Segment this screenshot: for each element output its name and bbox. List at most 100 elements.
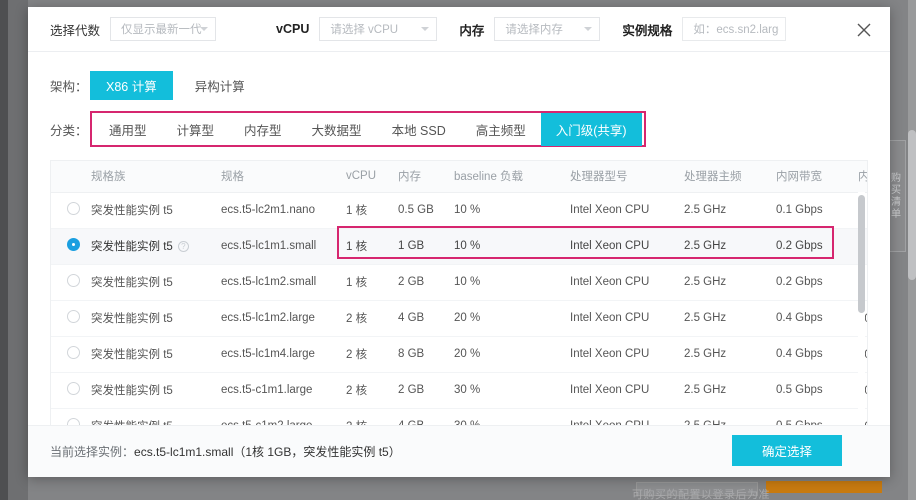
close-icon[interactable] [854,20,874,40]
category-option-entry-shared[interactable]: 入门级(共享) [541,113,642,146]
cell-cpu: Intel Xeon CPU [566,408,680,425]
cell-bandwidth: 0.2 Gbps [772,228,854,264]
dialog-header: 选择代数 仅显示最新一代 vCPU 请选择 vCPU 内存 请选择内存 实例 [28,7,890,52]
current-selection-label: 当前选择实例： [50,445,134,459]
row-radio-cell[interactable] [51,336,87,372]
column-select [51,161,87,192]
cell-cpu: Intel Xeon CPU [566,372,680,408]
filter-generation: 选择代数 仅显示最新一代 [50,17,216,41]
current-selection-value: ecs.t5-lc1m1.small（1核 1GB，突发性能实例 t5） [134,445,401,459]
memory-select-placeholder: 请选择内存 [505,21,563,37]
column-memory: 内存 [394,161,450,192]
arch-option-heterogeneous[interactable]: 异构计算 [179,71,261,100]
cell-freq: 2.5 GHz [680,300,772,336]
table-body: 突发性能实例 t5 ecs.t5-lc2m1.nano 1 核 0.5 GB 1… [51,192,868,425]
cell-memory: 2 GB [394,264,450,300]
row-radio[interactable] [67,382,80,395]
column-vcpu: vCPU [342,161,394,192]
category-option-general[interactable]: 通用型 [94,113,162,146]
table-header-row: 规格族 规格 vCPU 内存 baseline 负载 处理器型号 处理器主频 内… [51,161,868,192]
chevron-down-icon [584,27,592,31]
memory-label: 内存 [459,20,484,39]
row-radio-cell[interactable] [51,264,87,300]
architecture-filter-row: 架构： X86 计算 异构计算 [50,70,868,100]
vcpu-select[interactable]: 请选择 vCPU [319,17,437,41]
generation-select-value: 仅显示最新一代 [121,21,202,37]
cell-freq: 2.5 GHz [680,192,772,228]
cell-family: 突发性能实例 t5 [87,300,217,336]
background-footer-note: 可购买的配置以登录后为准 [632,486,770,500]
cell-vcpu: 2 核 [342,300,394,336]
chevron-down-icon [421,27,429,31]
instance-spec-label: 实例规格 [622,20,672,39]
table-row[interactable]: 突发性能实例 t5 ecs.t5-lc1m2.large 2 核 4 GB 20… [51,300,868,336]
instance-table: 规格族 规格 vCPU 内存 baseline 负载 处理器型号 处理器主频 内… [51,161,868,425]
row-radio-cell[interactable] [51,408,87,425]
cell-spec: ecs.t5-c1m2.large [217,408,342,425]
cell-spec: ecs.t5-lc1m2.small [217,264,342,300]
cell-family: 突发性能实例 t5 [87,336,217,372]
row-radio-selected[interactable] [67,238,80,251]
category-option-local-ssd[interactable]: 本地 SSD [377,113,461,146]
row-radio[interactable] [67,310,80,323]
category-option-bigdata[interactable]: 大数据型 [297,113,377,146]
cell-baseline: 30 % [450,372,566,408]
cell-spec: ecs.t5-lc1m2.large [217,300,342,336]
side-tab-char-3: 清 [891,197,901,208]
row-radio-cell[interactable] [51,192,87,228]
cell-bandwidth: 0.5 Gbps [772,372,854,408]
table-row[interactable]: 突发性能实例 t5 ecs.t5-c1m2.large 2 核 4 GB 30 … [51,408,868,425]
category-option-compute[interactable]: 计算型 [162,113,230,146]
vcpu-select-placeholder: 请选择 vCPU [330,21,398,37]
column-family: 规格族 [87,161,217,192]
instance-spec-input-wrap[interactable]: 如：ecs.sn2.large [682,17,786,41]
cell-bandwidth: 0.5 Gbps [772,408,854,425]
table-row[interactable]: 突发性能实例 t5? ecs.t5-lc1m1.small 1 核 1 GB 1… [51,228,868,264]
cell-cpu: Intel Xeon CPU [566,192,680,228]
vcpu-label: vCPU [276,22,309,36]
cell-cpu: Intel Xeon CPU [566,300,680,336]
cell-cpu: Intel Xeon CPU [566,336,680,372]
arch-option-x86[interactable]: X86 计算 [90,71,173,100]
table-scrollbar-thumb[interactable] [858,195,865,313]
cell-bandwidth: 0.2 Gbps [772,264,854,300]
cell-vcpu: 1 核 [342,192,394,228]
cell-family-text: 突发性能实例 t5 [91,241,173,253]
row-radio-cell[interactable] [51,300,87,336]
row-radio[interactable] [67,418,80,425]
cell-vcpu: 2 核 [342,372,394,408]
table-row[interactable]: 突发性能实例 t5 ecs.t5-lc1m2.small 1 核 2 GB 10… [51,264,868,300]
cell-memory: 0.5 GB [394,192,450,228]
cell-freq: 2.5 GHz [680,228,772,264]
cell-baseline: 10 % [450,228,566,264]
background-primary-button[interactable] [766,481,882,493]
cell-baseline: 30 % [450,408,566,425]
row-radio-cell[interactable] [51,228,87,264]
info-icon[interactable]: ? [178,241,189,252]
confirm-button[interactable]: 确定选择 [732,435,842,466]
row-radio[interactable] [67,202,80,215]
table-row[interactable]: 突发性能实例 t5 ecs.t5-c1m1.large 2 核 2 GB 30 … [51,372,868,408]
row-radio[interactable] [67,274,80,287]
row-radio[interactable] [67,346,80,359]
cell-freq: 2.5 GHz [680,336,772,372]
cell-memory: 4 GB [394,300,450,336]
category-option-memory[interactable]: 内存型 [229,113,297,146]
cell-cpu: Intel Xeon CPU [566,264,680,300]
cell-baseline: 20 % [450,336,566,372]
page-scrollbar-thumb[interactable] [908,130,916,280]
row-radio-cell[interactable] [51,372,87,408]
instance-spec-input-placeholder: 如：ecs.sn2.large [693,21,779,37]
table-row[interactable]: 突发性能实例 t5 ecs.t5-lc1m4.large 2 核 8 GB 20… [51,336,868,372]
cell-memory: 4 GB [394,408,450,425]
cell-family: 突发性能实例 t5? [87,228,217,264]
cell-memory: 1 GB [394,228,450,264]
side-tab-char-1: 购 [891,173,901,184]
memory-select[interactable]: 请选择内存 [494,17,600,41]
table-row[interactable]: 突发性能实例 t5 ecs.t5-lc2m1.nano 1 核 0.5 GB 1… [51,192,868,228]
architecture-options: X86 计算 异构计算 [90,71,261,100]
background-dark-edge [0,0,8,500]
generation-select[interactable]: 仅显示最新一代 [110,17,216,41]
cell-baseline: 20 % [450,300,566,336]
category-option-high-freq[interactable]: 高主频型 [461,113,541,146]
